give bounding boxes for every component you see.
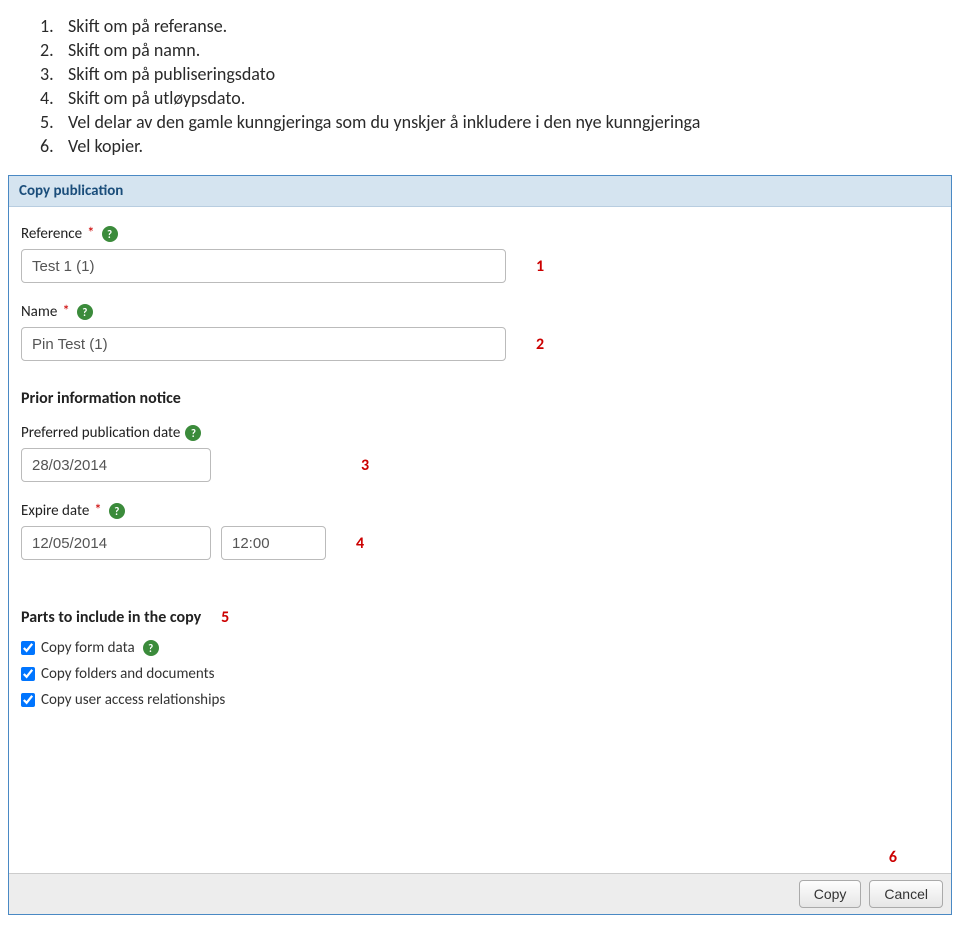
annotation-1: 1 xyxy=(536,257,544,276)
required-marker: * xyxy=(87,225,94,243)
help-icon[interactable]: ? xyxy=(109,503,125,519)
parts-title: Parts to include in the copy xyxy=(21,608,201,627)
annotation-6: 6 xyxy=(9,848,951,867)
checkbox-label: Copy folders and documents xyxy=(41,665,215,683)
instruction-item: 2. Skift om på namn. xyxy=(40,39,920,61)
name-label-row: Name * ? xyxy=(21,303,939,321)
expire-field-group: Expire date * ? 4 xyxy=(21,502,939,560)
reference-input-row: 1 xyxy=(21,249,939,283)
instruction-item: 3. Skift om på publiseringsdato xyxy=(40,63,920,85)
instruction-num: 1. xyxy=(40,15,68,37)
instruction-text: Vel delar av den gamle kunngjeringa som … xyxy=(68,111,700,133)
cancel-button[interactable]: Cancel xyxy=(869,880,943,908)
instruction-num: 4. xyxy=(40,87,68,109)
instruction-num: 2. xyxy=(40,39,68,61)
pub-date-input-row: 3 xyxy=(21,448,939,482)
expire-time-input[interactable] xyxy=(221,526,326,560)
copy-button[interactable]: Copy xyxy=(799,880,862,908)
pub-date-label: Preferred publication date xyxy=(21,424,180,442)
required-marker: * xyxy=(62,303,69,321)
help-icon[interactable]: ? xyxy=(77,304,93,320)
expire-label: Expire date xyxy=(21,502,89,520)
instruction-item: 1. Skift om på referanse. xyxy=(40,15,920,37)
panel-title: Copy publication xyxy=(9,176,951,207)
help-icon[interactable]: ? xyxy=(143,640,159,656)
copy-folders-checkbox[interactable] xyxy=(21,667,35,681)
prior-notice-title: Prior information notice xyxy=(21,389,939,408)
name-field-group: Name * ? 2 xyxy=(21,303,939,361)
form-body: Reference * ? 1 Name * ? 2 Prior informa… xyxy=(9,207,951,729)
instruction-text: Skift om på publiseringsdato xyxy=(68,63,275,85)
instruction-text: Skift om på referanse. xyxy=(68,15,227,37)
instruction-item: 6. Vel kopier. xyxy=(40,135,920,157)
instruction-item: 4. Skift om på utløypsdato. xyxy=(40,87,920,109)
instruction-num: 3. xyxy=(40,63,68,85)
annotation-2: 2 xyxy=(536,335,544,354)
name-input-row: 2 xyxy=(21,327,939,361)
name-input[interactable] xyxy=(21,327,506,361)
copy-form-data-checkbox[interactable] xyxy=(21,641,35,655)
parts-title-row: Parts to include in the copy 5 xyxy=(21,608,939,627)
annotation-4: 4 xyxy=(356,534,364,553)
checkbox-row-form-data: Copy form data ? xyxy=(21,639,939,657)
annotation-5: 5 xyxy=(221,608,229,627)
instruction-text: Skift om på namn. xyxy=(68,39,200,61)
name-label: Name xyxy=(21,303,57,321)
instruction-item: 5. Vel delar av den gamle kunngjeringa s… xyxy=(40,111,920,133)
instruction-num: 5. xyxy=(40,111,68,133)
reference-field-group: Reference * ? 1 xyxy=(21,225,939,283)
pub-date-label-row: Preferred publication date ? xyxy=(21,424,939,442)
footer-area: 6 Copy Cancel xyxy=(9,848,951,914)
copy-access-checkbox[interactable] xyxy=(21,693,35,707)
pub-date-input[interactable] xyxy=(21,448,211,482)
required-marker: * xyxy=(94,502,101,520)
reference-label-row: Reference * ? xyxy=(21,225,939,243)
annotation-3: 3 xyxy=(361,456,369,475)
copy-publication-panel: Copy publication Reference * ? 1 Name * … xyxy=(8,175,952,915)
expire-label-row: Expire date * ? xyxy=(21,502,939,520)
checkbox-row-access: Copy user access relationships xyxy=(21,691,939,709)
reference-input[interactable] xyxy=(21,249,506,283)
expire-input-row: 4 xyxy=(21,526,939,560)
instructions-list: 1. Skift om på referanse. 2. Skift om på… xyxy=(0,0,960,169)
checkbox-label: Copy user access relationships xyxy=(41,691,225,709)
expire-date-input[interactable] xyxy=(21,526,211,560)
instruction-num: 6. xyxy=(40,135,68,157)
checkbox-row-folders: Copy folders and documents xyxy=(21,665,939,683)
checkbox-label: Copy form data xyxy=(41,639,135,657)
help-icon[interactable]: ? xyxy=(185,425,201,441)
instruction-text: Vel kopier. xyxy=(68,135,143,157)
pub-date-field-group: Preferred publication date ? 3 xyxy=(21,424,939,482)
help-icon[interactable]: ? xyxy=(102,226,118,242)
instruction-text: Skift om på utløypsdato. xyxy=(68,87,245,109)
reference-label: Reference xyxy=(21,225,82,243)
